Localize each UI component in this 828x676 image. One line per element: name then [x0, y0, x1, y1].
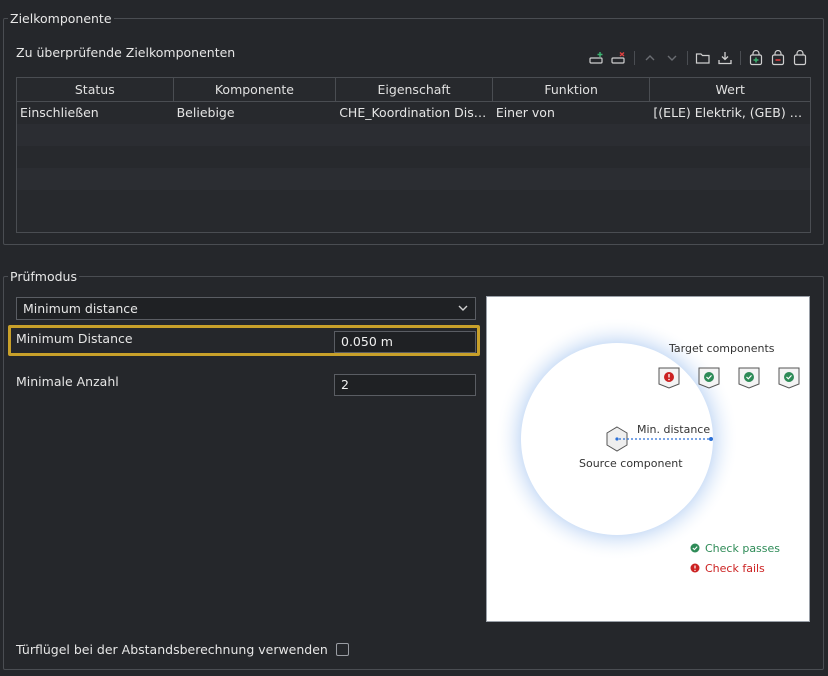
table-row[interactable]: Einschließen Beliebige CHE_Koordination …	[17, 102, 810, 124]
target-component-pass-icon	[698, 367, 720, 389]
remove-set-icon[interactable]	[767, 49, 789, 67]
target-component-pass-icon	[738, 367, 760, 389]
empty-row	[17, 124, 810, 146]
remove-row-icon[interactable]	[608, 49, 630, 67]
legend-pass-icon	[690, 543, 700, 553]
min-count-field[interactable]: 2	[334, 374, 476, 396]
distance-label: Min. distance	[637, 423, 710, 436]
check-mode-select[interactable]: Minimum distance	[16, 297, 476, 320]
legend-fail-icon	[690, 563, 700, 573]
move-down-icon[interactable]	[661, 49, 683, 67]
legend-fail-label: Check fails	[705, 562, 765, 575]
column-header-funktion[interactable]: Funktion	[493, 78, 651, 101]
group-title-zielkomponente: Zielkomponente	[8, 11, 114, 26]
cell-wert[interactable]: [(ELE) Elektrik, (GEB) Ge…	[650, 102, 810, 124]
set-icon[interactable]	[789, 49, 811, 67]
distance-endpoint	[709, 437, 713, 441]
toolbar-separator	[634, 51, 635, 65]
source-label: Source component	[579, 457, 683, 470]
import-icon[interactable]	[714, 49, 736, 67]
group-title-pruefmodus: Prüfmodus	[8, 269, 79, 284]
cell-status[interactable]: Einschließen	[17, 102, 174, 124]
move-up-icon[interactable]	[639, 49, 661, 67]
empty-row	[17, 146, 810, 168]
door-leaf-checkbox[interactable]	[336, 643, 349, 656]
min-distance-label: Minimum Distance	[16, 331, 133, 346]
target-components-table: Status Komponente Eigenschaft Funktion W…	[16, 77, 811, 233]
source-point	[615, 437, 619, 441]
target-component-fail-icon	[658, 367, 680, 389]
cell-eigenschaft[interactable]: CHE_Koordination Diszip…	[336, 102, 493, 124]
empty-row	[17, 168, 810, 190]
target-label: Target components	[668, 342, 775, 355]
min-distance-diagram: Min. distance Source component Target co…	[486, 296, 810, 622]
add-set-icon[interactable]	[745, 49, 767, 67]
zielkomponente-group: Zielkomponente Zu überprüfende Zielkompo…	[3, 11, 824, 245]
table-subtitle: Zu überprüfende Zielkomponenten	[16, 45, 236, 60]
toolbar-separator	[740, 51, 741, 65]
column-header-eigenschaft[interactable]: Eigenschaft	[336, 78, 493, 101]
chevron-down-icon	[457, 302, 469, 317]
min-distance-field[interactable]: 0.050 m	[334, 331, 476, 353]
check-mode-value: Minimum distance	[23, 301, 138, 316]
door-leaf-label: Türflügel bei der Abstandsberechnung ver…	[16, 642, 328, 657]
cell-funktion[interactable]: Einer von	[493, 102, 651, 124]
pruefmodus-group: Prüfmodus Minimum distance Minimum Dista…	[3, 269, 824, 670]
column-header-status[interactable]: Status	[17, 78, 174, 101]
open-folder-icon[interactable]	[692, 49, 714, 67]
table-header: Status Komponente Eigenschaft Funktion W…	[17, 78, 810, 102]
min-count-label: Minimale Anzahl	[16, 374, 119, 389]
toolbar-separator	[687, 51, 688, 65]
target-component-pass-icon	[778, 367, 800, 389]
column-header-komponente[interactable]: Komponente	[174, 78, 337, 101]
cell-komponente[interactable]: Beliebige	[174, 102, 337, 124]
table-toolbar	[586, 49, 811, 67]
legend-pass-label: Check passes	[705, 542, 780, 555]
add-row-icon[interactable]	[586, 49, 608, 67]
column-header-wert[interactable]: Wert	[650, 78, 810, 101]
